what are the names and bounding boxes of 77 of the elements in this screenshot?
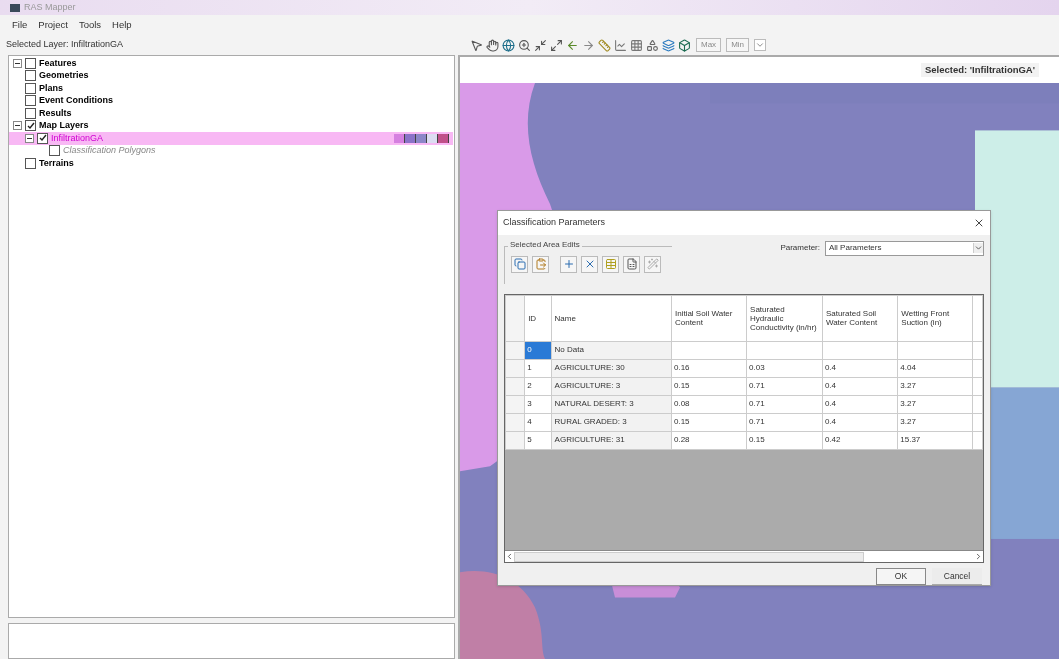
copy-button[interactable] xyxy=(511,255,528,273)
dialog-button[interactable]: OK xyxy=(876,568,926,585)
cube-icon[interactable] xyxy=(678,38,691,52)
checkbox[interactable] xyxy=(25,157,36,169)
menu-item[interactable]: File xyxy=(12,17,28,33)
column-header[interactable]: Saturated Soil Water Content xyxy=(822,295,898,342)
scroll-left-icon[interactable] xyxy=(505,552,514,561)
pointer-icon[interactable] xyxy=(470,38,483,52)
layer-label: Classification Polygons xyxy=(63,146,156,156)
column-header[interactable]: Initial Soil Water Content xyxy=(671,295,747,342)
add-icon xyxy=(562,258,575,271)
hand-icon[interactable] xyxy=(486,38,499,52)
expand-icon[interactable] xyxy=(550,38,563,52)
parameter-dropdown[interactable]: All Parameters xyxy=(825,240,984,256)
tree-row[interactable]: Terrains xyxy=(9,157,453,170)
tree-row[interactable]: Classification Polygons xyxy=(9,144,453,157)
layer-label: Geometries xyxy=(39,71,89,81)
wand-icon xyxy=(646,258,659,271)
window-title: RAS Mapper xyxy=(24,0,76,14)
menu-item[interactable]: Tools xyxy=(78,17,102,33)
column-header[interactable]: Saturated Hydraulic Conductivity (in/hr) xyxy=(746,295,823,342)
column-header[interactable]: Name xyxy=(551,295,672,342)
selected-layer-badge: Selected: 'InfiltrationGA' xyxy=(920,62,1039,78)
import-icon xyxy=(625,258,638,271)
collapse-icon[interactable] xyxy=(25,133,34,143)
globe-icon[interactable] xyxy=(502,38,515,52)
tree-row[interactable]: Map Layers xyxy=(9,119,453,132)
forward-icon[interactable] xyxy=(582,38,595,52)
checkbox[interactable] xyxy=(25,120,36,132)
grid-icon[interactable] xyxy=(630,38,643,52)
tree-row[interactable]: Plans xyxy=(9,82,453,95)
layers-icon[interactable] xyxy=(662,38,675,52)
parameter-label: Parameter: xyxy=(780,242,820,255)
checkbox[interactable] xyxy=(37,132,48,144)
checkbox[interactable] xyxy=(25,82,36,94)
menu-item[interactable]: Project xyxy=(38,17,68,33)
checkbox[interactable] xyxy=(25,95,36,107)
layer-label: Map Layers xyxy=(39,121,89,131)
collapse-icon[interactable] xyxy=(13,121,22,131)
dropdown-icon xyxy=(973,243,983,254)
checkbox[interactable] xyxy=(49,145,60,157)
column-header[interactable]: ID xyxy=(524,295,552,342)
scroll-right-icon[interactable] xyxy=(974,552,983,561)
menu-item[interactable]: Help xyxy=(112,17,132,33)
layer-label: Results xyxy=(39,108,72,118)
layer-label: InfiltrationGA xyxy=(51,133,104,143)
table-icon xyxy=(604,258,617,271)
copy-icon xyxy=(513,258,526,271)
tree-row[interactable]: Results xyxy=(9,107,453,120)
layer-label: Terrains xyxy=(39,158,74,168)
dialog-title: Classification Parameters xyxy=(503,216,606,230)
layer-label: Plans xyxy=(39,83,63,93)
shrink-icon[interactable] xyxy=(534,38,547,52)
horizontal-scrollbar[interactable] xyxy=(505,550,983,562)
paste-icon xyxy=(534,258,547,271)
column-header[interactable]: Wetting Front Suction (in) xyxy=(897,295,973,342)
dialog-button[interactable]: Cancel xyxy=(932,568,982,585)
scroll-thumb[interactable] xyxy=(514,551,864,562)
checkbox[interactable] xyxy=(25,107,36,119)
checkbox[interactable] xyxy=(25,70,36,82)
collapse-icon[interactable] xyxy=(13,58,22,68)
tree-row[interactable]: Event Conditions xyxy=(9,94,453,107)
layer-label: Features xyxy=(39,58,77,68)
tree-row[interactable]: Features xyxy=(9,57,453,70)
shapes-icon[interactable] xyxy=(646,38,659,52)
group-label: Selected Area Edits xyxy=(508,240,582,249)
back-icon[interactable] xyxy=(566,38,579,52)
ruler-icon[interactable] xyxy=(598,38,611,52)
import-button[interactable] xyxy=(623,255,640,273)
delete-button[interactable] xyxy=(581,255,598,273)
zoom-icon[interactable] xyxy=(518,38,531,52)
chart-icon[interactable] xyxy=(614,38,627,52)
layer-label: Event Conditions xyxy=(39,96,113,106)
selected-layer-label: Selected Layer: InfiltrationGA xyxy=(6,38,125,52)
app-icon xyxy=(10,3,20,12)
tree-row[interactable]: Geometries xyxy=(9,69,453,82)
checkbox[interactable] xyxy=(25,57,36,69)
